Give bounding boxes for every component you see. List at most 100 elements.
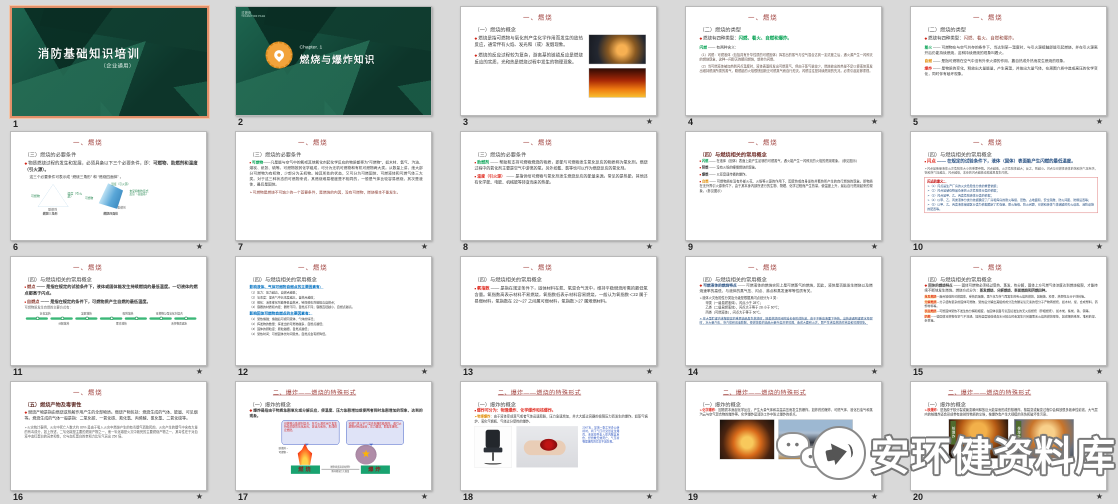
box-item: ➢（3）闪点是甲、乙、丙类危险液体分类的依据； [927, 193, 1095, 197]
transition-star-icon[interactable]: ★ [421, 242, 428, 251]
bullet-text: 燃烧有四种类型：闪燃、着火、自燃和爆炸。 [925, 35, 1098, 42]
fire-tetrahedron-diagram: 温度（引火源） 可燃物 助燃剂 未受抑制的链式反应（自由基） 燃烧四面体 [89, 183, 136, 210]
slide-thumbnail-16[interactable]: 一、燃烧 （五）燃烧产物及毒害性 燃烧产物是指由燃烧或热解作用产生的全部物质。燃… [10, 381, 207, 504]
note-text: 可燃物质发生自燃的主要方式有： [25, 305, 198, 310]
box-item: ➢（1）闪点是生产厂房的火灾危险性分类的重要依据； [927, 184, 1095, 188]
slide-thumbnail-8[interactable]: 一、燃烧 （三）燃烧的必要条件 助燃剂 —— 帮助和支持可燃物燃烧的物质，即能与… [460, 131, 657, 254]
slide-thumbnail-10[interactable]: 一、燃烧 （四）与燃烧相关的常用概念 闪点 —— 在规定的试验条件下，液体（固体… [910, 131, 1107, 254]
speech-bubble: 可燃气体与空气混合到爆炸极限内，遇引火源瞬间完成反应，压力骤增，即发生爆炸。 [346, 420, 404, 445]
slide-thumbnail-7[interactable]: 一、燃烧 （三）燃烧的必要条件 可燃物——凡是能与空气中的氧或其他氧化剂起化学反… [235, 131, 432, 254]
slide-thumbnail-1[interactable]: 消防基础知识培训 （企业通用） 1 [10, 6, 207, 129]
transition-star-icon[interactable]: ★ [646, 492, 653, 501]
term-paragraph: 氧指数 —— 是指在规定条件下，固体材料在氮、氧混合气流中，维持平稳燃烧所需的最… [475, 285, 648, 305]
box-item: ➢（2）闪点是储存物品仓库的火灾危险性分类的依据； [927, 189, 1095, 193]
chapter-background: 过渡页TRANSITION PAGE Chapter. 1 燃烧与爆炸知识 [236, 7, 432, 116]
slide-number: 1 [13, 119, 18, 129]
transition-star-icon[interactable]: ★ [646, 242, 653, 251]
arrow-labels: 燃烧速度急剧加快时瞬间释放巨大能量 [321, 466, 359, 473]
transition-star-icon[interactable]: ★ [196, 367, 203, 376]
slide-thumbnail-12[interactable]: 一、燃烧 （四）与燃烧相关的常用概念 影响液体、气体可燃物自燃点的主要因素有： … [235, 256, 432, 379]
factor-group-title: 影响固体可燃物自燃点的主要因素有： [250, 310, 423, 315]
bullet-text: 燃烧的反应过程较为复杂，游离基的链锁反应是燃烧反应的实质，光和热是燃烧过程中发生… [475, 52, 583, 66]
burn-mode-def: 蒸发燃烧—熔点较低的可燃固体，受热后熔融，再汽化为蒸气而发生的有火焰的燃烧，如蜡… [925, 295, 1098, 299]
slide-number: 2 [238, 117, 243, 127]
slide-number: 7 [238, 242, 243, 252]
slide-header: 一、燃烧 [73, 137, 103, 146]
transition-star-icon[interactable]: ★ [1096, 117, 1103, 126]
transition-star-icon[interactable]: ★ [646, 117, 653, 126]
definition: ➢核爆炸：是指原子核分裂或聚变瞬间释放巨大能量而形成的核爆炸。核裂变或聚变过程中… [925, 408, 1098, 417]
factor-item: （2）挥发物的数量：挥发出的可燃物越多，自燃点越低； [250, 322, 423, 326]
section-heading: （三）燃烧的必要条件 [475, 151, 527, 158]
significance-box: 闪点的意义： ➢（1）闪点是生产厂房的火灾危险性分类的重要依据； ➢（2）闪点是… [925, 177, 1098, 213]
transition-star-icon[interactable]: ★ [421, 367, 428, 376]
slide-header: 一、燃烧 [523, 262, 553, 271]
slide-number: 15 [913, 367, 923, 377]
term-definition: 闪燃 —— 在液体（固体）表面上能产生足够的可燃蒸气，遇火能产生一闪即灭的火焰的… [700, 159, 873, 164]
explosion-box: 爆炸 [361, 465, 390, 473]
burn-mode-def: 表面燃烧—可燃固体受热不发生热分解和相变，在固体表面与氧直接发生的无火焰燃烧（异… [925, 309, 1098, 313]
term-definition: 爆燃 —— 以亚音速传播的爆炸。 [700, 172, 873, 177]
explosion-photo [720, 419, 775, 459]
slide-thumbnail-17[interactable]: 二、爆炸——燃烧的特殊形式 （一）爆炸的概念 爆炸是指由于物质急剧氧化或分解反应… [235, 381, 432, 504]
slide-header: 一、燃烧 [973, 137, 1003, 146]
term-definition: 助燃剂 —— 帮助和支持可燃物燃烧的物质，即能与可燃物发生氧化反应的物质称为氧化… [475, 160, 648, 172]
slide-number: 5 [913, 117, 918, 127]
speech-bubble: 可燃物与助燃剂混合，在引火源作用下发生持续的剧烈氧化反应，放出光和热，形成稳定燃… [282, 420, 340, 445]
factor-item: （4）容器的材质和内径：器壁不同，自燃点不同；容器直径越小，自燃点越高。 [250, 305, 423, 309]
transition-star-icon[interactable]: ★ [871, 367, 878, 376]
watermark: 安环健资料库 [776, 424, 1116, 482]
term-line: 自燃点 —— 是指在规定的条件下，可燃物质产生自燃的最低温度。 [25, 298, 198, 304]
term-definition: 爆炸 —— 是物质的变化，释放出大量能量，产生高温，并放出大量气体，在周围介质中… [925, 66, 1098, 77]
incident-caption: 2007年，某地一职工坐办公转椅时，椅下气压杆突然发生爆炸，金属部件击入体内致其… [582, 426, 619, 468]
transition-star-icon[interactable]: ★ [871, 492, 878, 501]
slide-number: 13 [463, 367, 473, 377]
paragraph: （1）闪燃：可燃液体（包括具有升华性质的可燃固体）挥发出的蒸气与空气混合达到一定… [700, 53, 873, 62]
combustion-box: 燃烧 [291, 465, 320, 473]
transition-star-icon[interactable]: ★ [1096, 367, 1103, 376]
term-definition: 着火 —— 可燃物在与空气共存的条件下，当达到某一温度时，与引火源接触即能引起燃… [925, 45, 1098, 56]
box-item: ➢（5）以甲、乙、丙类液体储罐区分类为依据确定了贮存量、耐火等级、防火间距，可燃… [927, 203, 1095, 211]
self-ignition-flow-diagram: 氧化发热发酵放热 吸附放热可燃物与强氧化剂混合 分解放热聚合放热 活性物质遇水 [25, 312, 198, 342]
transition-star-icon[interactable]: ★ [1096, 492, 1103, 501]
list-intro: ➢液体火灾危险性分类及分级是根据其闪点划分为 3 类： [700, 296, 873, 301]
term-line: 闪燃 —— 有两种含义： [700, 45, 873, 51]
transition-star-icon[interactable]: ★ [646, 367, 653, 376]
transition-star-icon[interactable]: ★ [1096, 242, 1103, 251]
slide-thumbnail-9[interactable]: 一、燃烧 （四）与燃烧相关的常用概念 闪燃 —— 在液体（固体）表面上能产生足够… [685, 131, 882, 254]
slide-thumbnail-14[interactable]: 一、燃烧 （四）与燃烧相关的常用概念 可燃液体的燃烧特点 —— 可燃液体的燃烧实… [685, 256, 882, 379]
slide-thumbnail-5[interactable]: 一、燃烧 （二）燃烧的类型 燃烧有四种类型：闪燃、着火、自燃和爆炸。 着火 ——… [910, 6, 1107, 129]
slide-thumbnail-4[interactable]: 一、燃烧 （二）燃烧的类型 燃烧有四种类型：闪燃、着火、自燃和爆炸。 闪燃 ——… [685, 6, 882, 129]
slide-thumbnail-18[interactable]: 二、爆炸——燃烧的特殊形式 （一）爆炸的概念 爆炸可分为：物理爆炸、化学爆炸和核… [460, 381, 657, 504]
transition-page-label: 过渡页TRANSITION PAGE [241, 11, 265, 17]
slide-header: 二、爆炸——燃烧的特殊形式 [273, 387, 356, 396]
transition-star-icon[interactable]: ★ [196, 242, 203, 251]
slide-thumbnail-6[interactable]: 一、燃烧 （三）燃烧的必要条件 物质燃烧过程的发生和发展，必须具备以下三个必要条… [10, 131, 207, 254]
slide-number: 10 [913, 242, 923, 252]
transition-star-icon[interactable]: ★ [196, 492, 203, 501]
chapter-title: 燃烧与爆炸知识 [300, 51, 376, 65]
watermark-text: 安环健资料库 [870, 424, 1116, 482]
slide-thumbnail-3[interactable]: 一、燃烧 （一）燃烧的概念 燃烧是指可燃物与氧化剂产生化学作用而发生的放热反应，… [460, 6, 657, 129]
term-definition: 自燃 —— 是指可燃物在空气中没有外来火源的作用，靠自热或外热而发生燃烧的现象。 [925, 58, 1098, 64]
slide-number: 6 [13, 242, 18, 252]
cover-background: 消防基础知识培训 （企业通用） [12, 8, 209, 118]
slide-thumbnail-11[interactable]: 一、燃烧 （四）与燃烧相关的常用概念 燃点 —— 是指在规定的试验条件下，液体或… [10, 256, 207, 379]
term-line: 闪点 —— 在规定的试验条件下，液体（固体）表面能产生闪燃的最低温度。 [925, 158, 1098, 165]
slide-thumbnail-2[interactable]: 过渡页TRANSITION PAGE Chapter. 1 燃烧与爆炸知识 2 [235, 6, 432, 129]
slide-thumbnail-15[interactable]: 一、燃烧 （四）与燃烧相关的常用概念 固体的燃烧特点 —— 固体可燃物必须经过受… [910, 256, 1107, 379]
term-paragraph: 可燃物——凡是能与空气中的氧或其他氧化剂起化学反应的物质都称为“可燃物”，如木材… [250, 160, 423, 188]
transition-star-icon[interactable]: ★ [871, 117, 878, 126]
term-definition: 自燃 —— 可燃物质在没有外部火花、火焰等火源的作用下，因受热或自身发热并蓄热所… [700, 179, 873, 193]
fire-triangle-diagram: 可燃物 温度（引火源） 助燃剂 燃烧三角形 [34, 183, 71, 210]
burn-mode-def: 分解燃烧—分子结构复杂的固体可燃物，受热后分解出其组成成分及含碳氢氧元素的低分子… [925, 300, 1098, 308]
bullet-text: 爆炸是指由于物质急剧氧化或分解反应，使温度、压力急剧增加或使两者同时急剧增加的现… [250, 408, 423, 419]
injured-person-photo [516, 426, 578, 467]
section-heading: （四）与燃烧相关的常用概念 [475, 276, 542, 283]
paragraph: 这三个必要条件可表示成 “燃烧三角形” 和 “燃烧四面体” 。 [29, 174, 197, 180]
slide-thumbnail-13[interactable]: 一、燃烧 （四）与燃烧相关的常用概念 氧指数 —— 是指在规定条件下，固体材料在… [460, 256, 657, 379]
transition-star-icon[interactable]: ★ [421, 492, 428, 501]
transition-star-icon[interactable]: ★ [871, 242, 878, 251]
class-item: 丙类（可燃液体），闪点大于等于 60℃。 [705, 310, 872, 315]
paragraph: ➢火灾统计表明，火灾中死亡人数大约 80% 是由于吸入火灾中燃烧产生的有毒烟气而… [25, 425, 198, 439]
